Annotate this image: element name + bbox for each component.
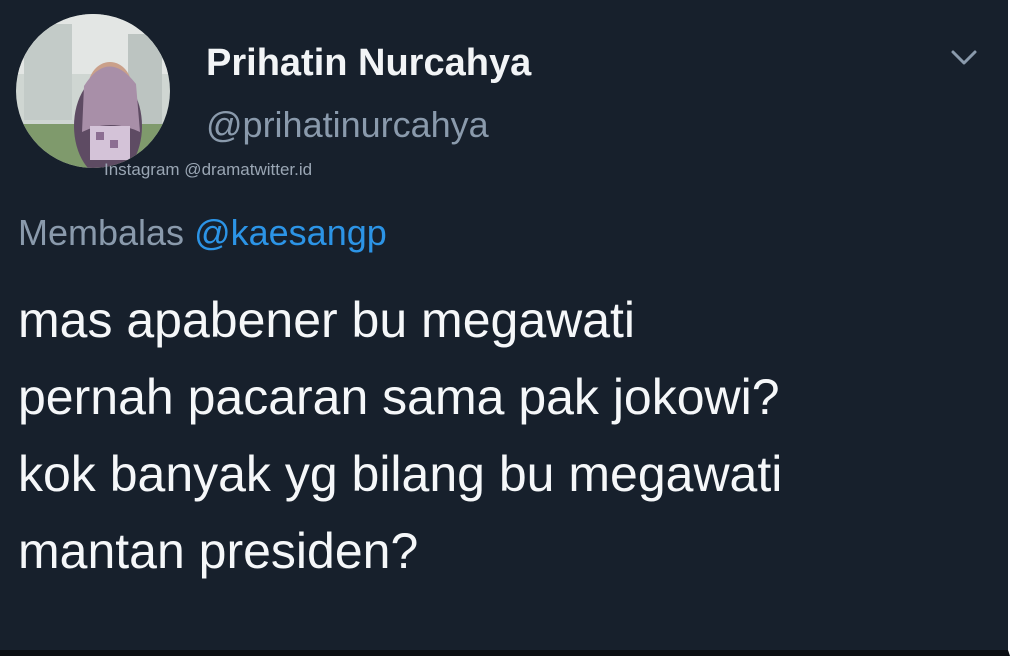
tweet-text: mas apabener bu megawati pernah pacaran …: [18, 282, 993, 590]
tweet-text-line: mantan presiden?: [18, 523, 419, 579]
reply-prefix: Membalas: [18, 212, 185, 253]
tweet-text-line: mas apabener bu megawati: [18, 292, 636, 348]
display-name[interactable]: Prihatin Nurcahya: [206, 42, 531, 85]
avatar[interactable]: [16, 14, 170, 168]
chevron-down-icon[interactable]: [946, 44, 982, 72]
avatar-image: [16, 14, 170, 168]
reply-context: Membalas @kaesangp: [18, 212, 387, 254]
tweet-text-line: pernah pacaran sama pak jokowi?: [18, 369, 780, 425]
reply-mention-link[interactable]: @kaesangp: [194, 212, 387, 253]
tweet-card: Prihatin Nurcahya @prihatinurcahya Insta…: [0, 0, 1010, 656]
user-handle[interactable]: @prihatinurcahya: [206, 104, 489, 146]
tweet-text-line: kok banyak yg bilang bu megawati: [18, 446, 783, 502]
watermark-text: Instagram @dramatwitter.id: [104, 160, 313, 179]
